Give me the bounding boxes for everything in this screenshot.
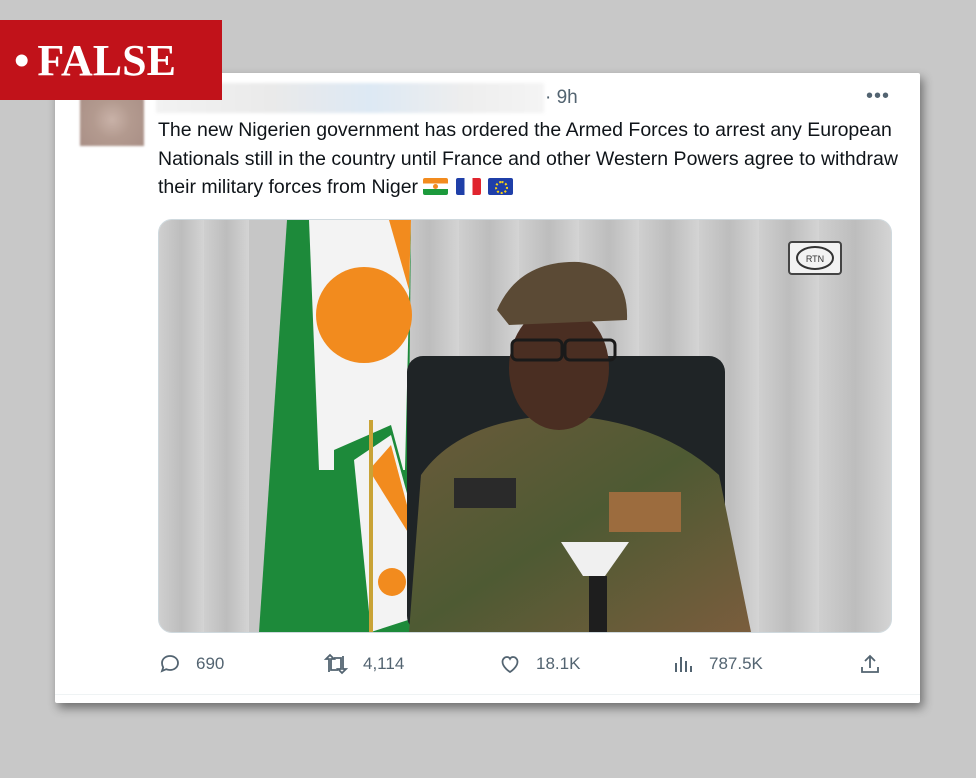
reply-button[interactable]: 690 [158, 647, 224, 681]
channel-logo-text: RTN [806, 254, 824, 264]
views-count: 787.5K [709, 654, 763, 673]
false-verdict-label: • FALSE [0, 20, 222, 100]
retweet-icon [323, 653, 349, 675]
reply-icon [160, 655, 179, 673]
share-button[interactable] [858, 647, 896, 681]
verdict-text: FALSE [37, 35, 176, 85]
verdict-bullet: • [14, 35, 30, 85]
views-button[interactable]: 787.5K [671, 647, 763, 681]
flag-emojis [423, 176, 515, 198]
retweet-count: 4,114 [363, 654, 405, 673]
reply-count: 690 [196, 654, 225, 673]
heart-icon [501, 656, 519, 674]
card-divider [55, 694, 920, 695]
tweet-body: The new Nigerien government has ordered … [158, 116, 898, 202]
like-count: 18.1K [536, 654, 581, 673]
tweet-text: The new Nigerien government has ordered … [158, 119, 898, 198]
tweet-media-image[interactable]: RTN [158, 219, 892, 633]
tweet-card: · 9h ••• The new Nigerien government has… [55, 73, 920, 703]
eu-flag-icon [488, 178, 514, 195]
like-button[interactable]: 18.1K [498, 647, 580, 681]
retweet-button[interactable]: 4,114 [323, 647, 404, 681]
france-flag-icon [455, 178, 481, 195]
share-icon [861, 654, 879, 673]
tweet-timestamp[interactable]: · 9h [545, 87, 578, 109]
views-chart-icon [675, 657, 692, 672]
more-options-icon[interactable]: ••• [866, 85, 890, 108]
niger-flag-icon [423, 178, 449, 195]
avatar[interactable] [80, 98, 144, 146]
video-still-image: RTN [159, 220, 891, 632]
tweet-actions: 690 4,114 18.1K 787.5K [158, 647, 888, 681]
